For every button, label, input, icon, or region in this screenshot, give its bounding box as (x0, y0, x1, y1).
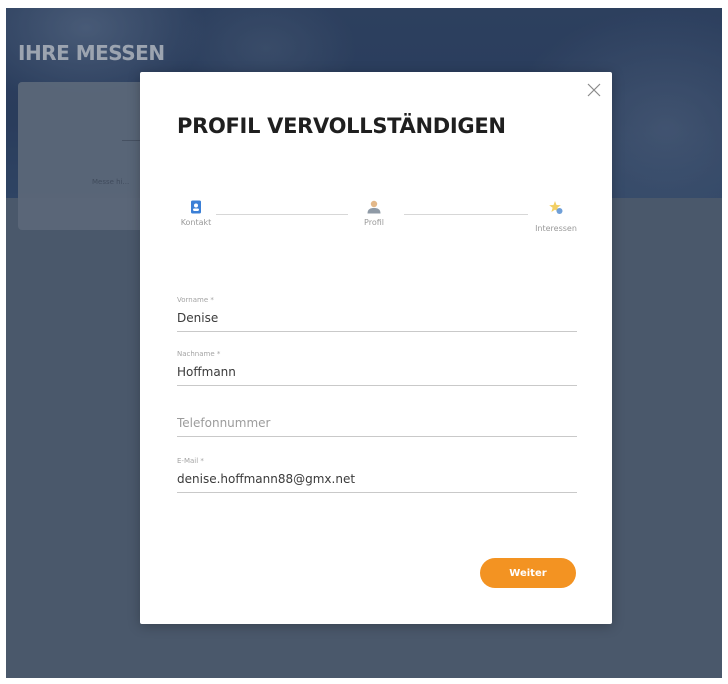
step-kontakt[interactable]: Kontakt (176, 200, 216, 227)
modal-title: PROFIL VERVOLLSTÄNDIGEN (177, 114, 506, 138)
step-interessen[interactable]: Interessen (534, 200, 578, 233)
contact-card-icon (191, 200, 201, 214)
close-icon (587, 83, 601, 97)
telefon-input[interactable] (177, 416, 577, 436)
nachname-input[interactable] (177, 365, 577, 385)
profile-modal: PROFIL VERVOLLSTÄNDIGEN Kontakt Profil I… (140, 72, 612, 624)
step-profil[interactable]: Profil (354, 200, 394, 227)
nachname-field: Nachname * (177, 350, 577, 386)
star-icon (549, 201, 563, 214)
step-label: Interessen (535, 224, 577, 233)
email-input[interactable] (177, 472, 577, 492)
vorname-label: Vorname * (177, 296, 214, 304)
app-frame: IHRE MESSEN Messe hi... PROFIL VERVOLLST… (6, 8, 722, 678)
telefon-field (177, 412, 577, 437)
email-field: E-Mail * (177, 457, 577, 493)
step-label: Kontakt (180, 218, 212, 227)
email-label: E-Mail * (177, 457, 204, 465)
step-label: Profil (364, 218, 384, 227)
nachname-label: Nachname * (177, 350, 221, 358)
weiter-button[interactable]: Weiter (480, 558, 576, 588)
progress-stepper: Kontakt Profil Interessen (176, 200, 578, 240)
vorname-field: Vorname * (177, 296, 577, 332)
step-connector (404, 214, 528, 215)
close-button[interactable] (586, 82, 602, 98)
vorname-input[interactable] (177, 311, 577, 331)
person-icon (367, 200, 381, 214)
step-connector (216, 214, 348, 215)
